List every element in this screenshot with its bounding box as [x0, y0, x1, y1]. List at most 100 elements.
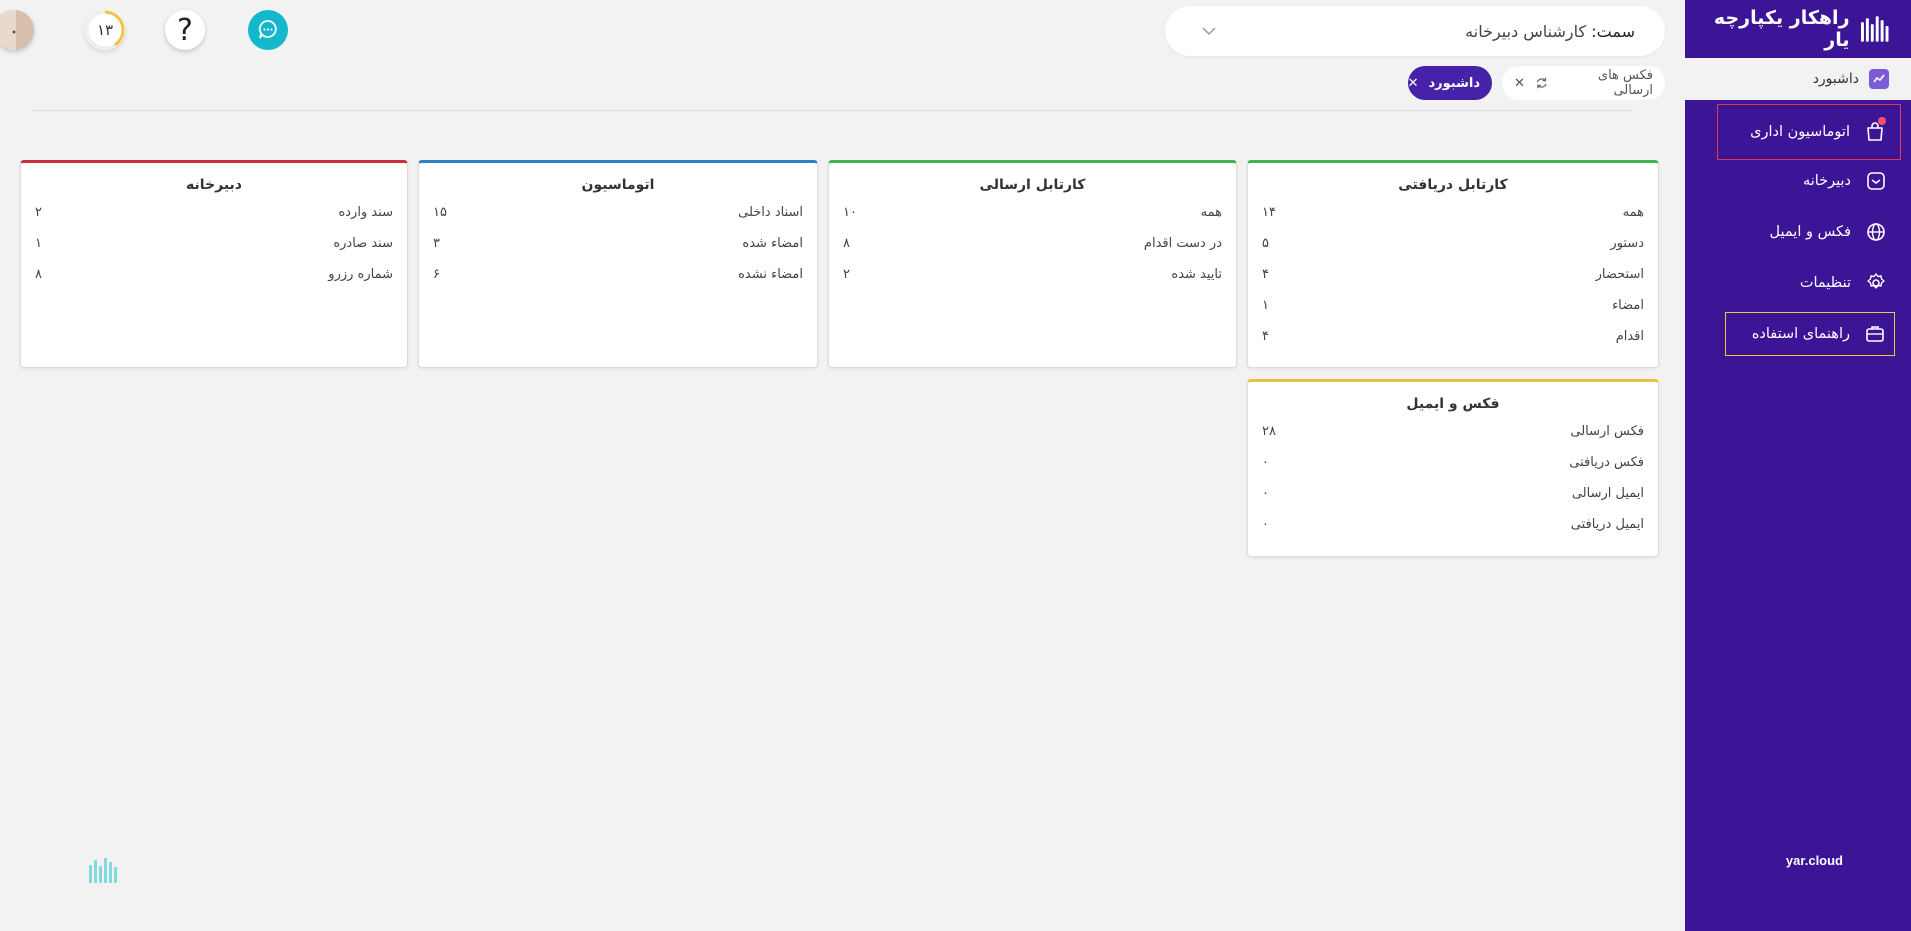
card-row[interactable]: دستور ۵	[1248, 228, 1658, 259]
card-row[interactable]: فکس دریافتی ۰	[1248, 447, 1658, 478]
inbox-icon	[1867, 172, 1885, 190]
chevron-down-icon	[1202, 27, 1216, 36]
row-value: ۸	[843, 236, 850, 251]
sidebar-item-label: اتوماسیون اداری	[1750, 124, 1850, 140]
card-title: دبیرخانه	[186, 177, 242, 193]
row-value: ۱۰	[843, 205, 857, 220]
card-row[interactable]: امضاء شده ۳	[419, 228, 817, 259]
card-row[interactable]: فکس ارسالی ۲۸	[1248, 416, 1658, 447]
card-row[interactable]: سند وارده ۲	[21, 197, 407, 228]
card-title: کارتابل ارسالی	[979, 177, 1086, 193]
row-label: تایید شده	[1171, 267, 1222, 282]
role-value: کارشناس دبیرخانه	[1465, 21, 1587, 41]
role-label: سمت:	[1591, 21, 1635, 41]
card-received-inbox: کارتابل دریافتی همه ۱۴ دستور ۵ استحضار ۴ ام…	[1247, 160, 1659, 368]
sidebar-item-user-guide[interactable]: راهنمای استفاده	[1725, 312, 1895, 356]
sidebar-item-label: راهنمای استفاده	[1751, 326, 1850, 342]
globe-icon	[1867, 223, 1885, 241]
row-value: ۸	[35, 267, 42, 282]
brand-header[interactable]: راهکار یکپارچه یار	[1685, 0, 1911, 58]
close-icon[interactable]: ✕	[1514, 76, 1525, 91]
row-value: ۱	[35, 236, 42, 251]
user-avatar-icon	[0, 10, 34, 50]
card-row[interactable]: ایمیل دریافتی ۰	[1248, 509, 1658, 540]
card-row[interactable]: امضاء ۱	[1248, 290, 1658, 321]
row-value: ۲۸	[1262, 424, 1276, 439]
close-icon[interactable]: ✕	[1408, 76, 1419, 91]
sidebar-item-dashboard[interactable]: داشبورد	[1685, 58, 1911, 100]
card-row[interactable]: استحضار ۴	[1248, 259, 1658, 290]
question-icon: ?	[177, 12, 193, 48]
tab-dashboard[interactable]: داشبورد ✕	[1408, 66, 1492, 100]
row-label: همه	[1622, 205, 1644, 220]
row-label: استحضار	[1595, 267, 1644, 282]
chart-icon	[1869, 69, 1889, 89]
card-title: اتوماسیون	[581, 177, 655, 193]
row-label: همه	[1200, 205, 1222, 220]
row-label: در دست اقدام	[1143, 236, 1222, 251]
tab-sent-faxes[interactable]: فکس های ارسالی ✕	[1502, 66, 1665, 100]
role-display: سمت: کارشناس دبیرخانه	[1465, 22, 1635, 41]
card-row[interactable]: شماره رزرو ۸	[21, 259, 407, 290]
sidebar-item-fax-email[interactable]: فکس و ایمیل	[1721, 210, 1897, 254]
row-value: ۳	[433, 236, 440, 251]
card-fax-email: فکس و ایمیل فکس ارسالی ۲۸ فکس دریافتی ۰ ای…	[1247, 379, 1659, 557]
sidebar-dashboard-label: داشبورد	[1812, 71, 1859, 87]
sidebar-item-office-automation[interactable]: اتوماسیون اداری	[1717, 104, 1901, 160]
row-label: ایمیل دریافتی	[1570, 517, 1644, 532]
row-label: سند صادره	[333, 236, 393, 251]
row-value: ۱۵	[433, 205, 447, 220]
card-secretariat: دبیرخانه سند وارده ۲ سند صادره ۱ شماره رزر…	[20, 160, 408, 368]
card-row[interactable]: تایید شده ۲	[829, 259, 1236, 290]
sidebar-item-label: تنظیمات	[1799, 275, 1851, 291]
sidebar-item-settings[interactable]: تنظیمات	[1721, 261, 1897, 305]
card-title: فکس و ایمیل	[1406, 396, 1500, 412]
card-row[interactable]: ایمیل ارسالی ۰	[1248, 478, 1658, 509]
row-value: ۶	[433, 267, 440, 282]
row-value: ۱	[1262, 298, 1269, 313]
refresh-icon[interactable]	[1535, 76, 1548, 90]
row-label: ایمیل ارسالی	[1571, 486, 1644, 501]
card-row[interactable]: امضاء نشده ۶	[419, 259, 817, 290]
row-label: اسناد داخلی	[738, 205, 803, 220]
row-value: ۴	[1262, 329, 1269, 344]
sidebar-item-secretariat[interactable]: دبیرخانه	[1721, 159, 1897, 203]
row-value: ۲	[35, 205, 42, 220]
card-automation: اتوماسیون اسناد داخلی ۱۵ امضاء شده ۳ امضاء…	[418, 160, 818, 368]
chat-icon	[258, 20, 277, 39]
chat-button[interactable]	[248, 10, 288, 50]
row-label: فکس دریافتی	[1569, 455, 1644, 470]
header-divider	[32, 110, 1632, 111]
timer-counter[interactable]: ۱۳	[85, 10, 125, 50]
row-value: ۰	[1262, 455, 1269, 470]
card-sent-outbox: کارتابل ارسالی همه ۱۰ در دست اقدام ۸ تایید…	[828, 160, 1237, 368]
role-select[interactable]: سمت: کارشناس دبیرخانه	[1165, 6, 1665, 56]
card-row[interactable]: اسناد داخلی ۱۵	[419, 197, 817, 228]
help-button[interactable]: ?	[165, 10, 205, 50]
row-label: سند وارده	[338, 205, 393, 220]
footer-brand[interactable]: yar.cloud	[1786, 853, 1843, 868]
tab-label: داشبورد	[1428, 75, 1480, 91]
card-row[interactable]: همه ۱۴	[1248, 197, 1658, 228]
card-row[interactable]: سند صادره ۱	[21, 228, 407, 259]
card-row[interactable]: اقدام ۴	[1248, 321, 1658, 352]
watermark-logo-icon	[89, 858, 117, 883]
row-label: شماره رزرو	[328, 267, 393, 282]
card-row[interactable]: در دست اقدام ۸	[829, 228, 1236, 259]
avatar[interactable]	[0, 10, 34, 50]
row-label: امضاء	[1612, 298, 1644, 313]
brand-title: راهکار یکپارچه یار	[1713, 7, 1850, 51]
row-label: دستور	[1610, 236, 1644, 251]
sidebar-item-label: فکس و ایمیل	[1769, 224, 1851, 240]
briefcase-icon	[1866, 326, 1884, 342]
counter-value: ۱۳	[96, 21, 114, 39]
sidebar-item-label: دبیرخانه	[1802, 173, 1851, 189]
row-value: ۲	[843, 267, 850, 282]
row-label: فکس ارسالی	[1570, 424, 1644, 439]
row-value: ۰	[1262, 517, 1269, 532]
card-row[interactable]: همه ۱۰	[829, 197, 1236, 228]
row-label: اقدام	[1615, 329, 1644, 344]
tab-label: فکس های ارسالی	[1597, 68, 1653, 98]
row-label: امضاء شده	[742, 236, 803, 251]
row-value: ۴	[1262, 267, 1269, 282]
